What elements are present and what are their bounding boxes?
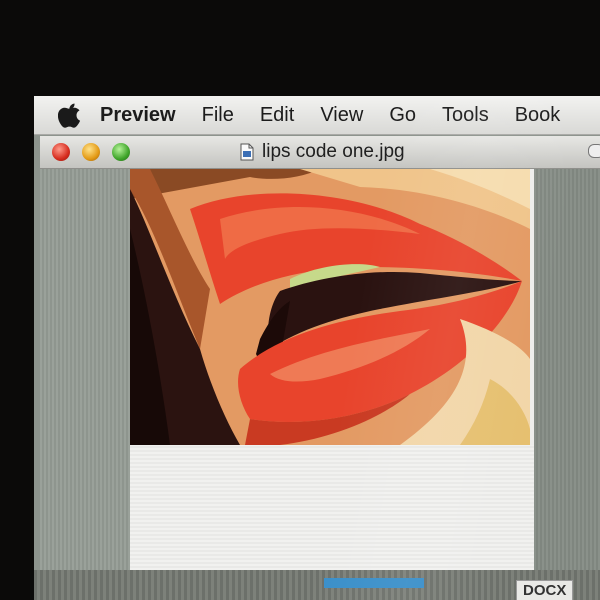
zoom-window-button[interactable]: [112, 143, 130, 161]
docx-file-icon[interactable]: DOCX: [516, 580, 574, 600]
menu-go[interactable]: Go: [389, 104, 416, 127]
minimize-window-button[interactable]: [82, 143, 100, 161]
menu-bookmarks[interactable]: Book: [515, 104, 561, 127]
right-desktop-strip: [534, 169, 600, 600]
window-titlebar[interactable]: lips code one.jpg: [40, 136, 600, 169]
document-canvas[interactable]: [130, 169, 534, 600]
dock-item[interactable]: [324, 578, 424, 588]
document-title: lips code one.jpg: [240, 140, 405, 164]
menu-bar: Preview File Edit View Go Tools Book: [34, 96, 600, 135]
document-icon: [240, 143, 254, 161]
left-desktop-strip: [40, 169, 130, 600]
lips-image: [130, 169, 530, 445]
window-title: lips code one.jpg: [262, 141, 405, 162]
menu-file[interactable]: File: [202, 104, 234, 127]
menu-edit[interactable]: Edit: [260, 104, 294, 127]
menu-tools[interactable]: Tools: [442, 104, 489, 127]
menu-preview[interactable]: Preview: [100, 104, 176, 127]
apple-menu-icon[interactable]: [58, 102, 88, 128]
preview-window: lips code one.jpg: [40, 136, 600, 600]
close-window-button[interactable]: [52, 143, 70, 161]
monitor-screen: Preview File Edit View Go Tools Book lip…: [34, 96, 600, 600]
toolbar-toggle-button[interactable]: [588, 144, 600, 158]
menu-view[interactable]: View: [320, 104, 363, 127]
